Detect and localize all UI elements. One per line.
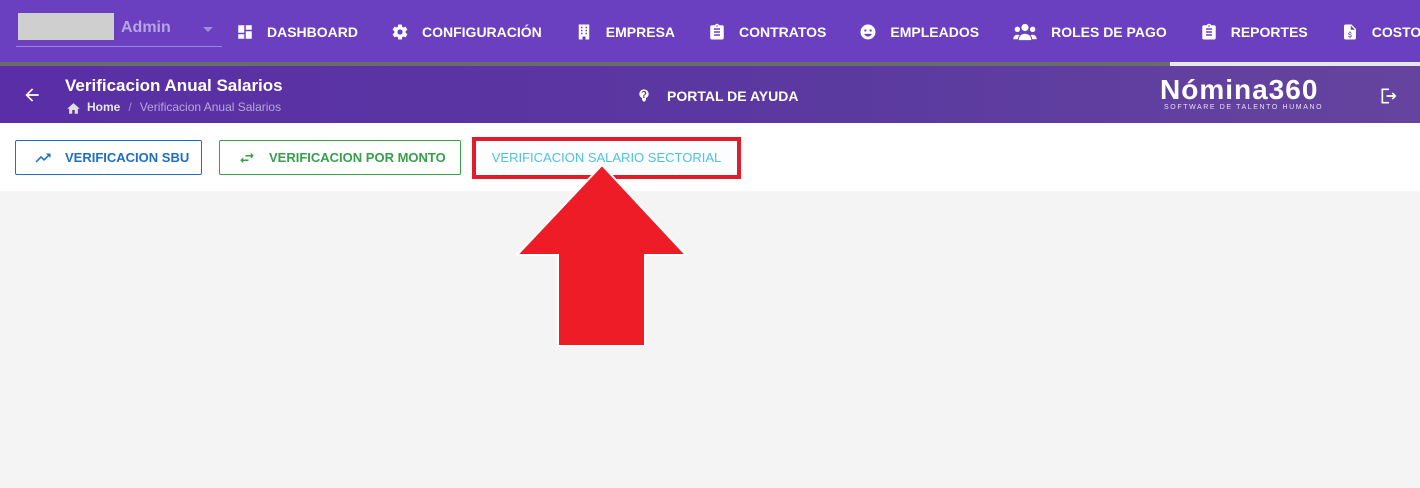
verification-toolbar: VERIFICACION SBU VERIFICACION POR MONTO … <box>0 123 1420 191</box>
building-icon <box>578 24 590 40</box>
dashboard-icon <box>238 25 252 39</box>
nav-item-costos[interactable]: COSTOS <box>1341 23 1420 41</box>
users-icon <box>1013 23 1037 41</box>
back-button[interactable] <box>22 85 42 105</box>
breadcrumb-current: Verificacion Anual Salarios <box>139 100 282 114</box>
brand-name: Nómina360 <box>1160 74 1319 105</box>
nav-item-empleados[interactable]: EMPLEADOS <box>859 23 979 41</box>
nav-item-roles-de-pago[interactable]: ROLES DE PAGO <box>1012 23 1167 41</box>
verificacion-por-monto-button[interactable]: VERIFICACION POR MONTO <box>219 140 461 175</box>
nav-item-label: ROLES DE PAGO <box>1051 24 1167 40</box>
brand-logo: Nómina360 SOFTWARE DE TALENTO HUMANO <box>1160 74 1340 111</box>
face-icon <box>860 24 876 40</box>
nav-item-label: EMPRESA <box>605 24 676 40</box>
help-portal-label: PORTAL DE AYUDA <box>667 88 799 104</box>
page-header: Verificacion Anual Salarios Home / Verif… <box>0 66 1420 123</box>
verificacion-sbu-label: VERIFICACION SBU <box>65 150 190 165</box>
red-arrow-annotation <box>516 163 688 347</box>
main-menu: DASHBOARD CONFIGURACIÓN EMPRESA CONTRATO… <box>236 0 1420 64</box>
trending-up-icon <box>35 153 51 162</box>
nav-item-label: CONTRATOS <box>739 24 827 40</box>
clipboard-icon <box>710 23 724 40</box>
help-portal-link[interactable]: PORTAL DE AYUDA <box>636 88 798 104</box>
breadcrumb-home-link[interactable]: Home <box>87 100 120 114</box>
user-name: Admin <box>121 19 171 36</box>
nav-item-label: EMPLEADOS <box>890 24 980 40</box>
verificacion-por-monto-label: VERIFICACION POR MONTO <box>269 150 446 165</box>
gear-icon <box>392 24 408 40</box>
nav-item-label: REPORTES <box>1230 24 1308 40</box>
top-navigation-bar: Admin DASHBOARD CONFIGURACIÓN EMPRESA CO… <box>0 0 1420 66</box>
brand-tagline: SOFTWARE DE TALENTO HUMANO <box>1164 104 1324 111</box>
chevron-down-icon[interactable] <box>203 27 213 32</box>
file-dollar-icon <box>1343 24 1356 40</box>
help-icon <box>639 89 649 102</box>
logout-icon <box>1381 88 1397 104</box>
verificacion-sbu-button[interactable]: VERIFICACION SBU <box>15 140 202 175</box>
user-selector[interactable]: Admin <box>16 13 222 47</box>
logout-button[interactable] <box>1379 86 1399 106</box>
nav-item-label: COSTOS <box>1371 24 1420 40</box>
nav-item-configuracion[interactable]: CONFIGURACIÓN <box>391 23 542 41</box>
nav-item-reportes[interactable]: REPORTES <box>1200 23 1308 41</box>
arrow-left-icon <box>25 88 39 102</box>
nav-item-label: DASHBOARD <box>267 24 358 40</box>
nav-item-label: CONFIGURACIÓN <box>422 24 542 40</box>
clipboard-icon <box>1201 23 1216 40</box>
home-icon <box>67 102 80 114</box>
breadcrumb: Home / Verificacion Anual Salarios <box>66 100 281 114</box>
avatar <box>18 13 114 40</box>
nav-item-contratos[interactable]: CONTRATOS <box>708 23 826 41</box>
swap-horizontal-icon <box>240 152 254 163</box>
nav-item-dashboard[interactable]: DASHBOARD <box>236 23 358 41</box>
breadcrumb-separator: / <box>128 100 132 114</box>
nav-item-empresa[interactable]: EMPRESA <box>575 23 675 41</box>
page-title: Verificacion Anual Salarios <box>65 76 283 95</box>
